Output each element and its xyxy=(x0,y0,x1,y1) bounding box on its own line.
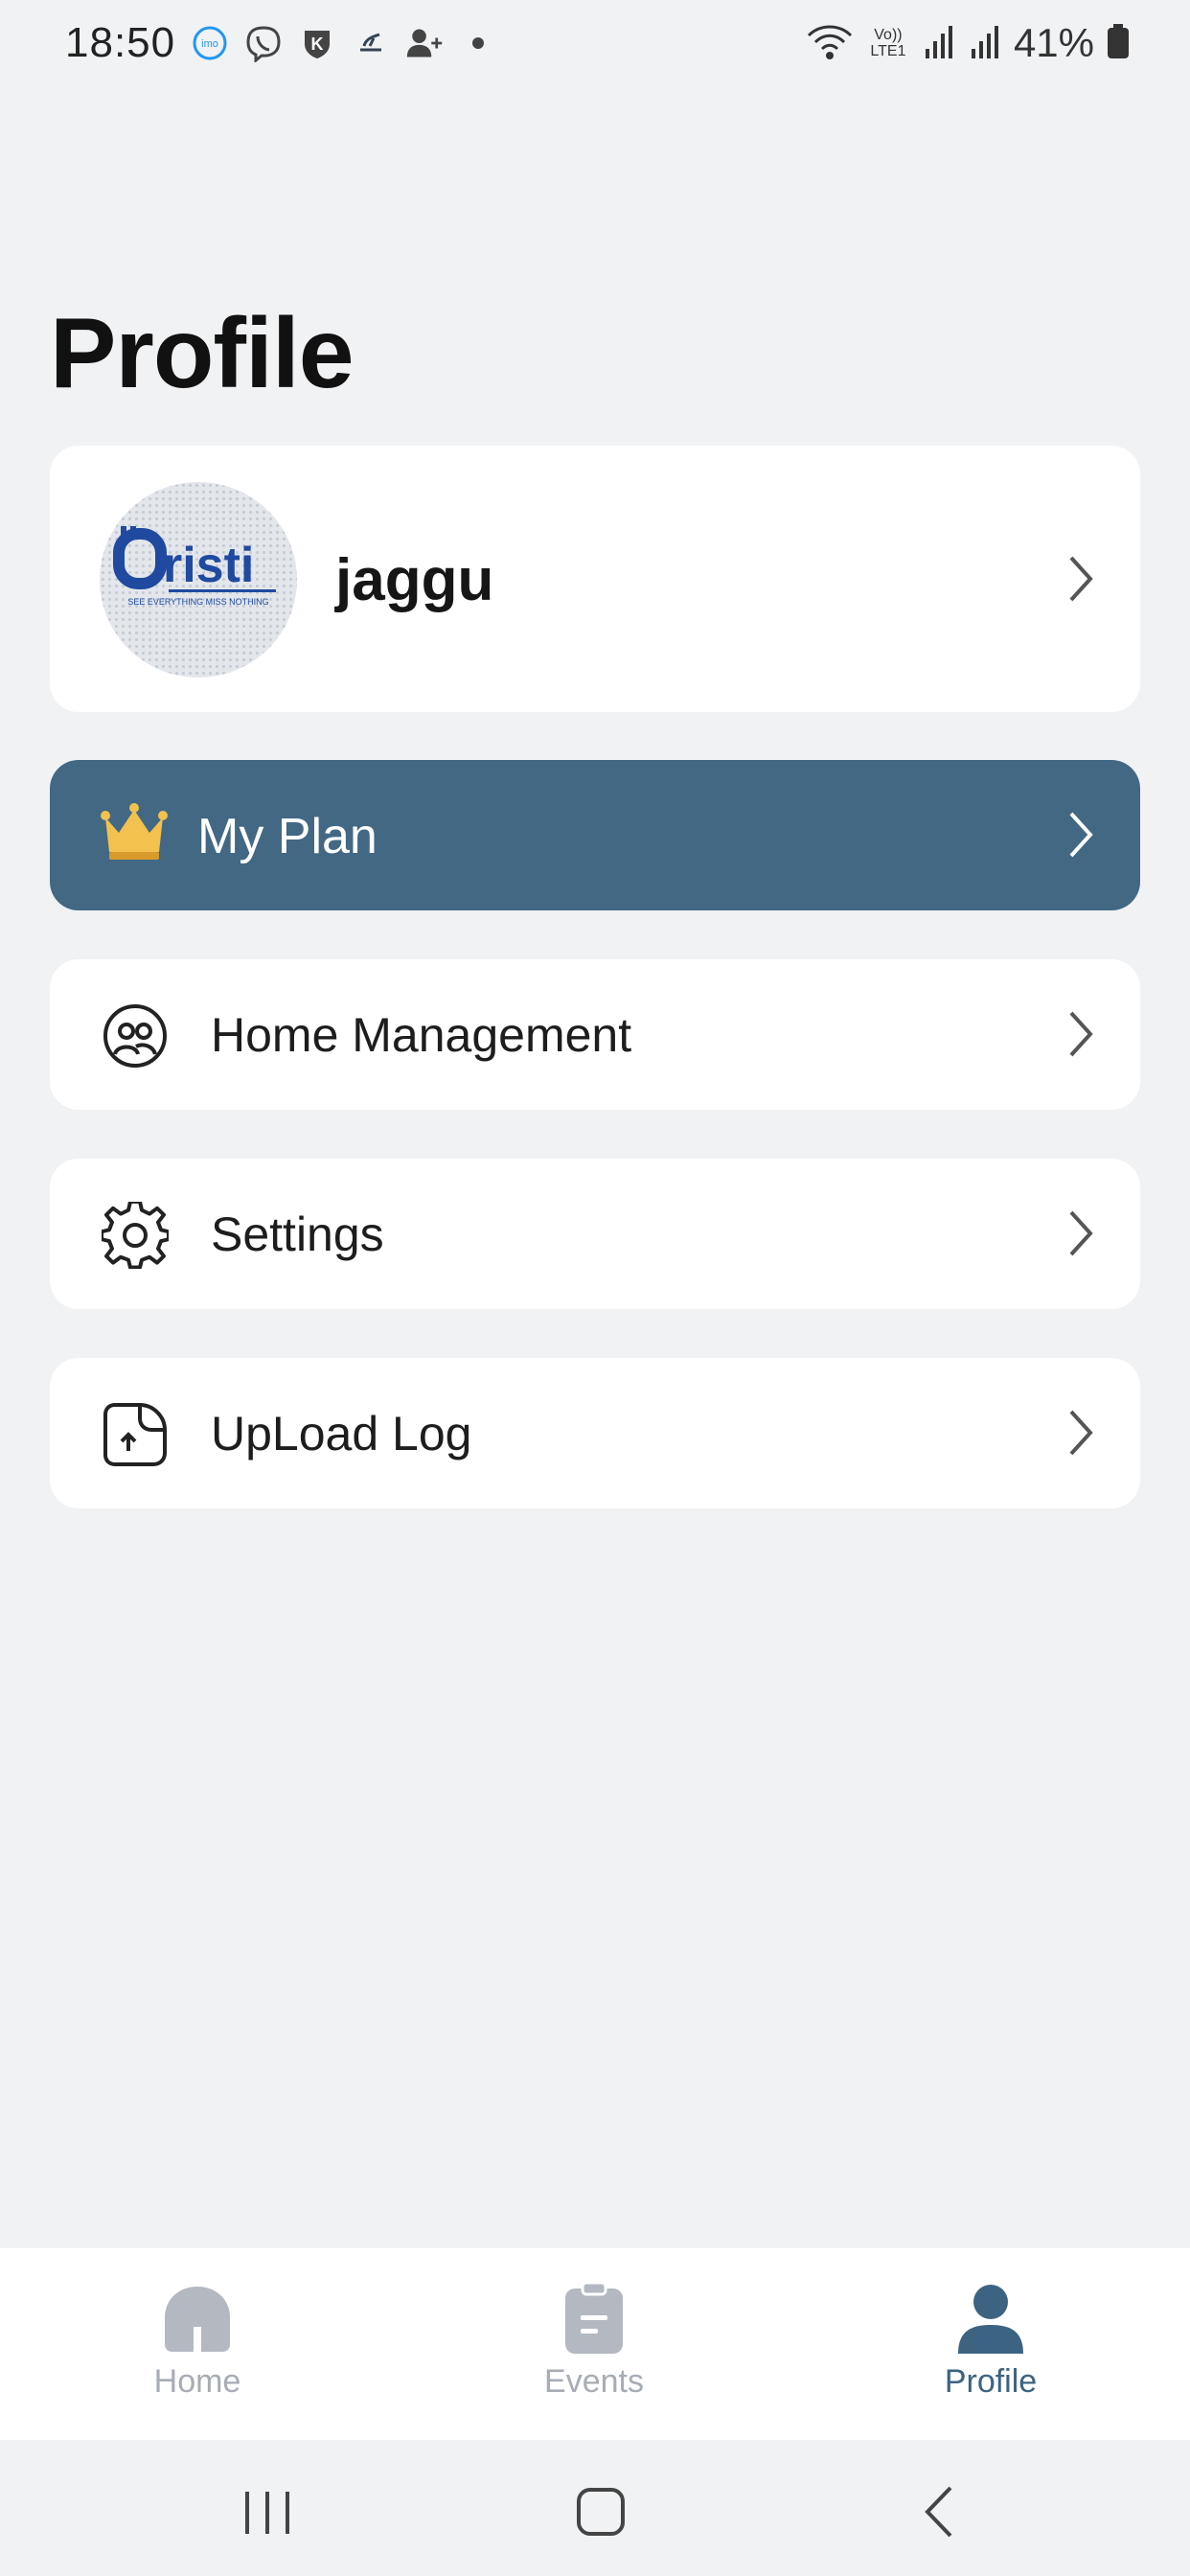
tab-label: Profile xyxy=(944,2363,1038,2400)
tab-profile[interactable]: Profile xyxy=(895,2283,1087,2417)
upload-file-icon xyxy=(103,1403,167,1466)
chevron-right-icon xyxy=(1069,1410,1093,1456)
k-shield-icon: K xyxy=(298,24,336,62)
menu-item-label: UpLoad Log xyxy=(211,1407,472,1460)
status-time: 18:50 xyxy=(65,19,176,66)
crown-icon xyxy=(101,803,168,860)
gear-icon xyxy=(102,1202,169,1269)
menu-item-home-management[interactable]: Home Management xyxy=(50,959,1140,1110)
wifi-icon xyxy=(805,20,855,67)
menu-item-upload-log[interactable]: UpLoad Log xyxy=(50,1358,1140,1508)
chevron-right-icon xyxy=(1069,812,1093,858)
tab-home[interactable]: Home xyxy=(102,2283,293,2417)
viber-icon xyxy=(244,24,283,62)
tab-label: Events xyxy=(544,2363,644,2400)
svg-text:risti: risti xyxy=(163,538,254,593)
person-icon xyxy=(958,2285,1023,2354)
signal-icon-2 xyxy=(968,22,1002,65)
signal-icon-1 xyxy=(922,22,956,65)
svg-text:K: K xyxy=(311,34,324,54)
recent-apps-icon[interactable] xyxy=(234,2478,301,2545)
avatar: risti SEE EVERYTHING MISS NOTHING xyxy=(100,482,297,678)
status-left: 18:50 imo K xyxy=(65,19,497,67)
chevron-right-icon xyxy=(1069,556,1093,602)
bottom-tab-bar: Home Events Profile xyxy=(0,2248,1190,2440)
my-plan-button[interactable]: My Plan xyxy=(50,760,1140,910)
menu-item-label: Settings xyxy=(211,1208,384,1261)
tab-events[interactable]: Events xyxy=(498,2283,690,2417)
username: jaggu xyxy=(335,547,494,613)
battery-percent: 41% xyxy=(1013,20,1094,65)
menu-item-label: Home Management xyxy=(211,1008,632,1062)
home-button-icon[interactable] xyxy=(567,2478,634,2545)
svg-text:SEE EVERYTHING MISS NOTHING: SEE EVERYTHING MISS NOTHING xyxy=(127,597,268,607)
tab-label: Home xyxy=(153,2363,241,2400)
battery-icon xyxy=(1106,22,1131,65)
system-nav-bar xyxy=(0,2440,1190,2576)
page-title: Profile xyxy=(50,298,355,409)
chevron-right-icon xyxy=(1069,1011,1093,1057)
svg-text:imo: imo xyxy=(201,38,218,50)
menu-item-settings[interactable]: Settings xyxy=(50,1159,1140,1309)
network-type: Vo)) LTE1 xyxy=(870,27,906,59)
oristi-logo: risti SEE EVERYTHING MISS NOTHING xyxy=(113,526,276,607)
clipboard-icon xyxy=(565,2283,623,2354)
chevron-right-icon xyxy=(1069,1210,1093,1256)
people-circle-icon xyxy=(103,1004,167,1068)
my-plan-label: My Plan xyxy=(197,809,378,864)
status-right: Vo)) LTE1 41% xyxy=(805,20,1131,67)
back-icon[interactable] xyxy=(906,2478,973,2545)
profile-card[interactable]: risti SEE EVERYTHING MISS NOTHING jaggu xyxy=(50,446,1140,712)
dot-icon xyxy=(459,24,497,62)
app-icon xyxy=(352,24,390,62)
imo-icon: imo xyxy=(191,24,229,62)
status-bar: 18:50 imo K Vo)) LTE1 41% xyxy=(0,0,1190,86)
add-contact-icon xyxy=(405,24,444,62)
home-icon xyxy=(165,2287,230,2352)
